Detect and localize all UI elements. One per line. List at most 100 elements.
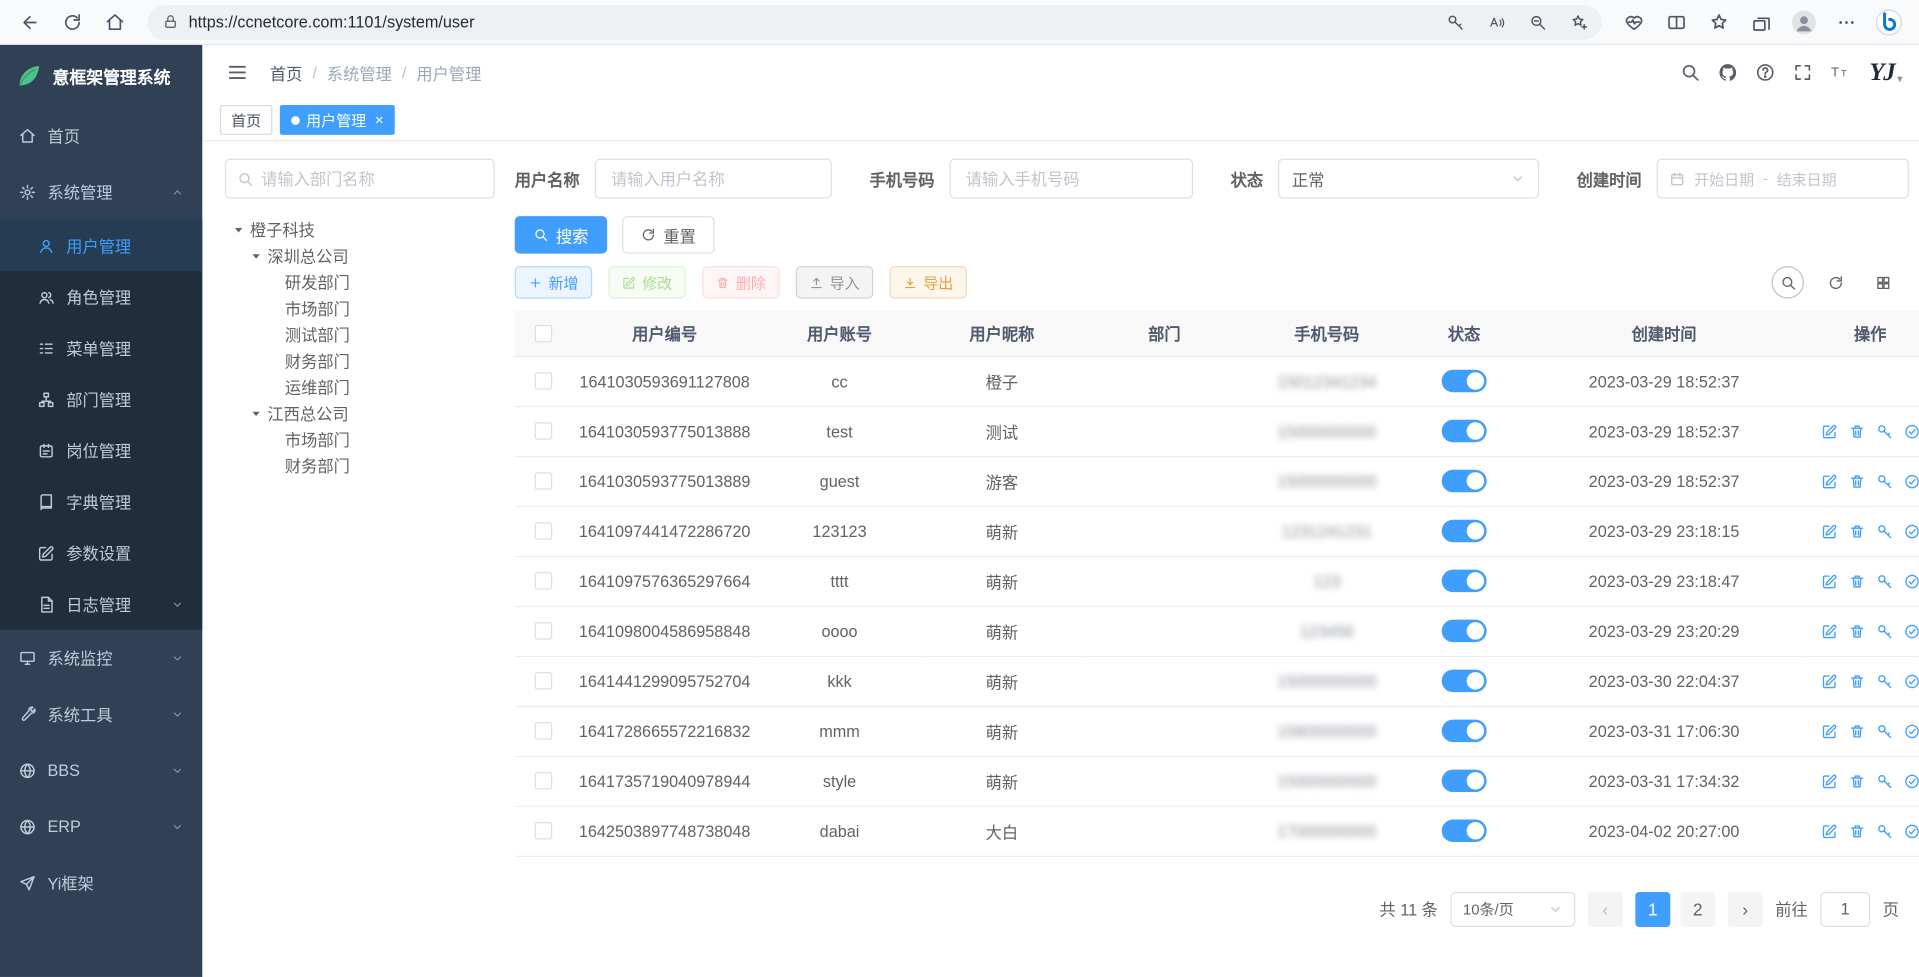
import-button[interactable]: 导入 xyxy=(796,266,873,298)
row-edit-button[interactable] xyxy=(1821,423,1837,439)
browser-home-icon[interactable] xyxy=(97,4,132,39)
sidebar-item-用户管理[interactable]: 用户管理 xyxy=(0,220,202,271)
row-assign-role-button[interactable] xyxy=(1903,573,1919,589)
row-reset-password-button[interactable] xyxy=(1876,623,1892,639)
toggle-search-button[interactable] xyxy=(1772,266,1804,298)
status-toggle[interactable] xyxy=(1442,770,1487,792)
row-delete-button[interactable] xyxy=(1848,723,1864,739)
row-checkbox[interactable] xyxy=(534,472,551,489)
export-button[interactable]: 导出 xyxy=(890,266,967,298)
prev-page-button[interactable]: ‹ xyxy=(1588,891,1623,926)
split-screen-icon[interactable] xyxy=(1659,4,1694,39)
zoom-icon[interactable] xyxy=(1522,6,1553,37)
row-assign-role-button[interactable] xyxy=(1903,723,1919,739)
browser-essentials-icon[interactable] xyxy=(1617,4,1652,39)
row-assign-role-button[interactable] xyxy=(1903,623,1919,639)
row-checkbox[interactable] xyxy=(534,772,551,789)
phone-input[interactable] xyxy=(950,159,1194,199)
sidebar-item-菜单管理[interactable]: 菜单管理 xyxy=(0,322,202,373)
browser-refresh-icon[interactable] xyxy=(55,4,90,39)
row-reset-password-button[interactable] xyxy=(1876,523,1892,539)
favorites-icon[interactable] xyxy=(1702,4,1737,39)
reset-button[interactable]: 重置 xyxy=(622,216,714,253)
row-edit-button[interactable] xyxy=(1821,773,1837,789)
help-icon[interactable] xyxy=(1749,56,1781,88)
row-checkbox[interactable] xyxy=(534,672,551,689)
breadcrumb-item-system[interactable]: 系统管理 xyxy=(327,61,392,85)
sidebar-item-系统管理[interactable]: 系统管理 xyxy=(0,164,202,220)
add-favorite-icon[interactable] xyxy=(1563,6,1594,37)
tree-node-运维部门[interactable]: 运维部门 xyxy=(225,374,495,400)
tab-首页[interactable]: 首页 xyxy=(220,105,272,135)
dept-search-input[interactable] xyxy=(261,169,482,188)
status-toggle[interactable] xyxy=(1442,620,1487,642)
row-assign-role-button[interactable] xyxy=(1903,823,1919,839)
row-edit-button[interactable] xyxy=(1821,573,1837,589)
sidebar-toggle-icon[interactable] xyxy=(220,55,255,90)
search-button[interactable]: 搜索 xyxy=(515,216,607,253)
delete-button[interactable]: 删除 xyxy=(702,266,779,298)
tree-node-市场部门[interactable]: 市场部门 xyxy=(225,426,495,452)
tree-node-财务部门[interactable]: 财务部门 xyxy=(225,347,495,373)
status-toggle[interactable] xyxy=(1442,420,1487,442)
row-assign-role-button[interactable] xyxy=(1903,473,1919,489)
sidebar-item-BBS[interactable]: BBS xyxy=(0,742,202,798)
sidebar-item-首页[interactable]: 首页 xyxy=(0,107,202,163)
row-reset-password-button[interactable] xyxy=(1876,473,1892,489)
tab-用户管理[interactable]: 用户管理× xyxy=(280,105,395,135)
sidebar-item-岗位管理[interactable]: 岗位管理 xyxy=(0,425,202,476)
row-delete-button[interactable] xyxy=(1848,773,1864,789)
column-settings-button[interactable] xyxy=(1866,266,1898,298)
row-checkbox[interactable] xyxy=(534,572,551,589)
status-toggle[interactable] xyxy=(1442,470,1487,492)
password-key-icon[interactable] xyxy=(1439,6,1470,37)
row-assign-role-button[interactable] xyxy=(1903,423,1919,439)
address-bar[interactable]: https://ccnetcore.com:1101/system/user xyxy=(147,4,1601,39)
fullscreen-icon[interactable] xyxy=(1787,56,1819,88)
row-delete-button[interactable] xyxy=(1848,473,1864,489)
url-text[interactable]: https://ccnetcore.com:1101/system/user xyxy=(189,12,1430,31)
status-select[interactable]: 正常 xyxy=(1278,159,1539,199)
row-reset-password-button[interactable] xyxy=(1876,673,1892,689)
row-checkbox[interactable] xyxy=(534,722,551,739)
tree-node-测试部门[interactable]: 测试部门 xyxy=(225,321,495,347)
page-button-2[interactable]: 2 xyxy=(1680,891,1715,926)
sidebar-item-ERP[interactable]: ERP xyxy=(0,798,202,854)
tree-node-深圳总公司[interactable]: 深圳总公司 xyxy=(225,242,495,268)
sidebar-item-系统监控[interactable]: 系统监控 xyxy=(0,630,202,686)
sidebar-item-部门管理[interactable]: 部门管理 xyxy=(0,374,202,425)
row-checkbox[interactable] xyxy=(534,622,551,639)
sidebar-item-日志管理[interactable]: 日志管理 xyxy=(0,578,202,629)
font-size-icon[interactable]: TT xyxy=(1824,56,1856,88)
row-reset-password-button[interactable] xyxy=(1876,823,1892,839)
status-toggle[interactable] xyxy=(1442,720,1487,742)
row-assign-role-button[interactable] xyxy=(1903,773,1919,789)
row-reset-password-button[interactable] xyxy=(1876,773,1892,789)
tree-node-研发部门[interactable]: 研发部门 xyxy=(225,269,495,295)
sidebar-item-角色管理[interactable]: 角色管理 xyxy=(0,271,202,322)
row-delete-button[interactable] xyxy=(1848,423,1864,439)
row-edit-button[interactable] xyxy=(1821,623,1837,639)
page-size-select[interactable]: 10条/页 xyxy=(1450,891,1575,926)
github-icon[interactable] xyxy=(1712,56,1744,88)
row-edit-button[interactable] xyxy=(1821,523,1837,539)
row-assign-role-button[interactable] xyxy=(1903,673,1919,689)
browser-back-icon[interactable] xyxy=(12,4,47,39)
sidebar-item-字典管理[interactable]: 字典管理 xyxy=(0,476,202,527)
row-delete-button[interactable] xyxy=(1848,673,1864,689)
tree-node-财务部门[interactable]: 财务部门 xyxy=(225,452,495,478)
row-checkbox[interactable] xyxy=(534,372,551,389)
status-toggle[interactable] xyxy=(1442,520,1487,542)
next-page-button[interactable]: › xyxy=(1728,891,1763,926)
row-assign-role-button[interactable] xyxy=(1903,523,1919,539)
breadcrumb-item-home[interactable]: 首页 xyxy=(270,61,303,85)
row-edit-button[interactable] xyxy=(1821,823,1837,839)
row-edit-button[interactable] xyxy=(1821,473,1837,489)
add-button[interactable]: 新增 xyxy=(515,266,592,298)
tree-node-市场部门[interactable]: 市场部门 xyxy=(225,295,495,321)
status-toggle[interactable] xyxy=(1442,570,1487,592)
user-logo[interactable]: YJ ▾ xyxy=(1869,60,1901,85)
row-checkbox[interactable] xyxy=(534,422,551,439)
row-delete-button[interactable] xyxy=(1848,823,1864,839)
more-menu-icon[interactable] xyxy=(1829,4,1864,39)
